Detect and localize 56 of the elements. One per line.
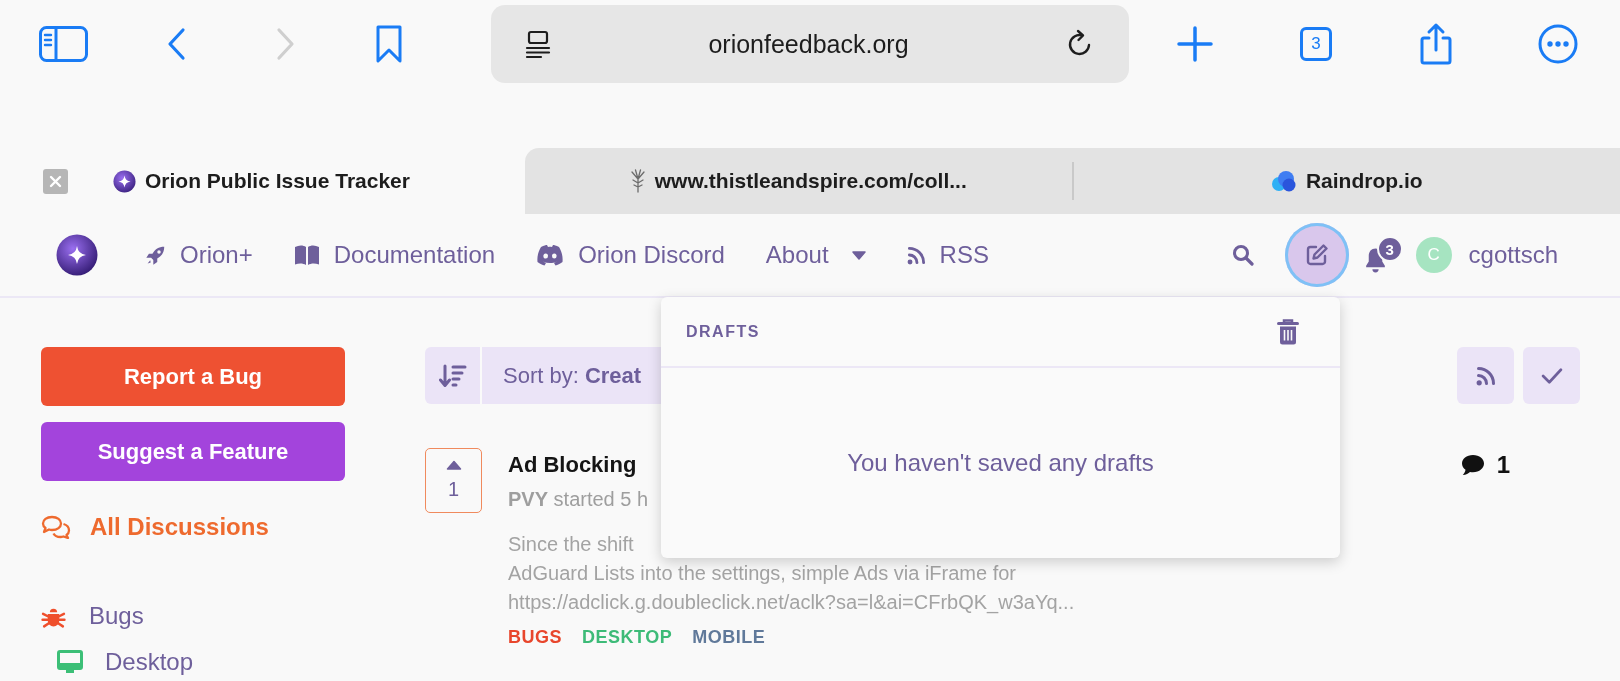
check-button[interactable]: [1523, 347, 1580, 404]
address-bar[interactable]: orionfeedback.org: [491, 5, 1129, 83]
browser-tab[interactable]: www.thistleandspire.com/coll...: [525, 148, 1072, 214]
tag-link[interactable]: MOBILE: [692, 624, 766, 650]
rss-button[interactable]: [1457, 347, 1514, 404]
cloud-icon: [1270, 170, 1297, 192]
username-link[interactable]: cgottsch: [1468, 241, 1558, 269]
trash-icon[interactable]: [1277, 318, 1299, 345]
discussion-title[interactable]: Ad Blocking: [508, 448, 637, 482]
sidebar-item[interactable]: Desktop: [57, 647, 345, 677]
speech-bubbles-icon: [41, 515, 71, 539]
nav-link[interactable]: Documentation: [293, 241, 496, 269]
speech-bubble-icon: [1460, 454, 1485, 476]
caret-down-icon: [851, 250, 866, 260]
star-logo-icon: [113, 169, 136, 193]
nav-link[interactable]: Orion+: [145, 241, 253, 269]
excerpt-line: AdGuard Lists into the settings, simple Ads via iFrame for: [508, 561, 1016, 586]
sort-descending-icon: [438, 363, 467, 388]
ellipsis-circle-icon[interactable]: [1538, 24, 1578, 64]
sidebar-item[interactable]: Bugs: [41, 601, 345, 631]
rss-icon: [1475, 365, 1496, 386]
check-icon: [1540, 367, 1563, 384]
nav-link[interactable]: Orion Discord: [536, 241, 725, 269]
vote-button[interactable]: 1: [425, 448, 482, 513]
nav-link[interactable]: About: [765, 241, 866, 269]
report-bug-button[interactable]: Report a Bug: [41, 347, 345, 406]
rss-icon: [906, 245, 926, 265]
bookmark-icon[interactable]: [375, 24, 403, 64]
excerpt-line: Since the shift: [508, 532, 634, 557]
suggest-feature-button[interactable]: Suggest a Feature: [41, 422, 345, 481]
tab-count-button[interactable]: 3: [1300, 27, 1332, 61]
browser-tab[interactable]: Raindrop.io: [1073, 148, 1620, 214]
game-controller-icon: [536, 244, 565, 266]
discussion-meta: PVY started 5 h: [508, 487, 649, 512]
plus-icon[interactable]: [1177, 26, 1213, 62]
open-book-icon: [293, 244, 320, 266]
thistle-icon: [629, 169, 646, 193]
tag-link[interactable]: BUGS: [508, 624, 562, 650]
star-logo-icon[interactable]: [56, 234, 98, 276]
empty-message: You haven't saved any drafts: [847, 449, 1154, 477]
caret-up-icon: [445, 460, 462, 470]
notification-badge: 3: [1376, 236, 1403, 262]
share-icon[interactable]: [1418, 22, 1454, 66]
rocket-icon: [145, 244, 166, 266]
sort-dropdown[interactable]: Sort by: Creat: [425, 347, 661, 404]
reply-count: 1: [1496, 451, 1510, 479]
chevron-left-icon[interactable]: [166, 27, 186, 61]
sidebar-item[interactable]: All Discussions: [41, 512, 345, 542]
excerpt-line: https://adclick.g.doubleclick.net/aclk?sa=l&ai=CFrbQK_w3aYq...: [508, 590, 1075, 616]
reader-icon[interactable]: [523, 29, 553, 59]
close-icon[interactable]: [43, 168, 68, 194]
pencil-square-icon: [1304, 243, 1329, 267]
sidebar-icon[interactable]: [39, 26, 88, 62]
search-icon[interactable]: [1231, 244, 1254, 266]
nav-link[interactable]: RSS: [906, 241, 989, 269]
popover-title: DRAFTS: [686, 322, 760, 341]
